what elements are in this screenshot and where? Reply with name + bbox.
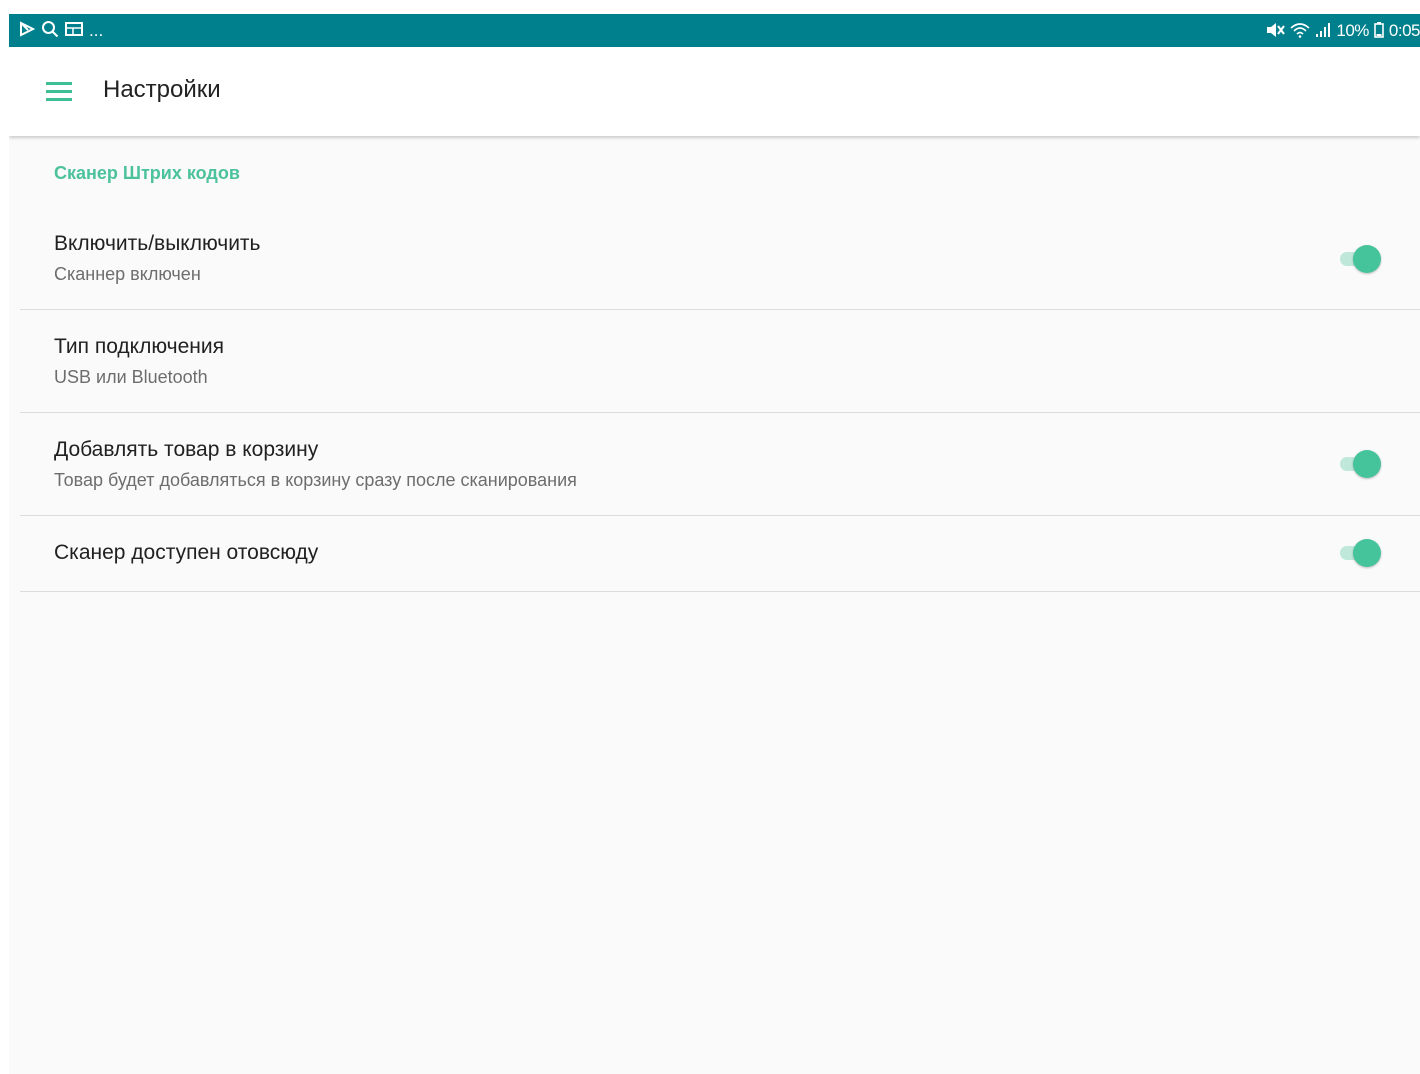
- signal-icon: [1315, 22, 1331, 41]
- battery-icon: [1374, 21, 1384, 41]
- mute-icon: [1265, 22, 1286, 41]
- pref-summary: Сканнер включен: [54, 264, 201, 284]
- switch-thumb: [1353, 450, 1381, 478]
- pref-enable-scanner[interactable]: Включить/выключить Сканнер включен: [20, 206, 1420, 310]
- page-title: Настройки: [103, 76, 221, 103]
- status-right: 10% 0:05: [1265, 21, 1420, 41]
- pref-connection-type[interactable]: Тип подключения USB или Bluetooth: [20, 310, 1420, 413]
- toggle-switch[interactable]: [1338, 449, 1382, 479]
- battery-percent: 10%: [1336, 21, 1369, 40]
- status-left: ...: [19, 20, 103, 41]
- gallery-icon: [65, 21, 83, 40]
- pref-title: Сканер доступен отовсюду: [54, 541, 319, 564]
- toggle-switch[interactable]: [1338, 244, 1382, 274]
- play-store-icon: [19, 21, 36, 40]
- search-icon: [41, 20, 59, 41]
- pref-title: Включить/выключить: [54, 232, 261, 255]
- status-bar: ... 10% 0:05: [9, 14, 1420, 47]
- screen: ... 10% 0:05 Настройки Сканер Штрих кодо…: [9, 14, 1420, 1074]
- pref-title: Тип подключения: [54, 335, 224, 358]
- clock: 0:05: [1388, 21, 1420, 40]
- pref-title: Добавлять товар в корзину: [54, 438, 319, 461]
- hamburger-menu-icon[interactable]: [39, 77, 79, 107]
- pref-summary: Товар будет добавляться в корзину сразу …: [54, 470, 577, 490]
- section-header: Сканер Штрих кодов: [54, 163, 240, 183]
- pref-scanner-available-everywhere[interactable]: Сканер доступен отовсюду: [20, 516, 1420, 592]
- app-bar: Настройки: [9, 47, 1420, 136]
- status-more: ...: [89, 20, 104, 40]
- toggle-switch[interactable]: [1338, 538, 1382, 568]
- switch-thumb: [1353, 245, 1381, 273]
- switch-thumb: [1353, 539, 1381, 567]
- pref-summary: USB или Bluetooth: [54, 367, 208, 387]
- wifi-icon: [1290, 22, 1310, 41]
- pref-add-to-cart[interactable]: Добавлять товар в корзину Товар будет до…: [20, 413, 1420, 516]
